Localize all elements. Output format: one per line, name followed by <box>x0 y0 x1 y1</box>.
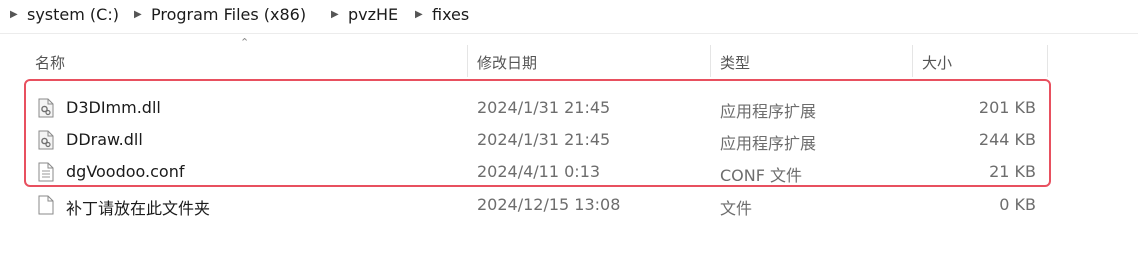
file-type: 文件 <box>720 199 753 218</box>
column-divider[interactable] <box>912 45 913 77</box>
column-divider[interactable] <box>467 45 468 77</box>
breadcrumb: ▶ system (C:) ▶ Program Files (x86) ▶ pv… <box>0 0 1138 34</box>
column-date-header[interactable]: 修改日期 <box>477 52 537 73</box>
breadcrumb-item-program-files[interactable]: Program Files (x86) <box>151 5 306 24</box>
column-divider[interactable] <box>1047 45 1048 77</box>
file-size: 0 KB <box>999 195 1036 214</box>
column-size-header[interactable]: 大小 <box>922 52 952 73</box>
file-row[interactable]: 补丁请放在此文件夹 2024/12/15 13:08 文件 0 KB <box>28 189 1046 221</box>
blank-file-icon <box>38 195 54 219</box>
chevron-right-icon[interactable]: ▶ <box>331 9 339 20</box>
chevron-right-icon[interactable]: ▶ <box>10 9 18 20</box>
highlight-box <box>24 79 1051 187</box>
chevron-right-icon[interactable]: ▶ <box>415 9 423 20</box>
file-name: 补丁请放在此文件夹 <box>66 199 211 218</box>
column-name-header[interactable]: 名称 <box>35 52 65 73</box>
column-header: 名称 修改日期 类型 大小 <box>0 45 1138 79</box>
breadcrumb-item-pvzhe[interactable]: pvzHE <box>348 5 398 24</box>
column-type-header[interactable]: 类型 <box>720 52 750 73</box>
breadcrumb-item-fixes[interactable]: fixes <box>432 5 469 24</box>
breadcrumb-item-drive[interactable]: system (C:) <box>27 5 119 24</box>
column-divider[interactable] <box>710 45 711 77</box>
file-date: 2024/12/15 13:08 <box>477 195 621 214</box>
chevron-right-icon[interactable]: ▶ <box>134 9 142 20</box>
